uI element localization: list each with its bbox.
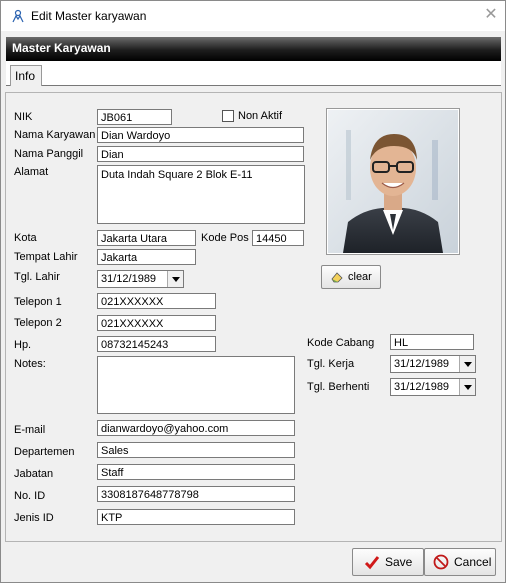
title-bar: Edit Master karyawan ✕ [1, 1, 505, 31]
nama-karyawan-label: Nama Karyawan [14, 129, 96, 141]
tgl-kerja-value: 31/12/1989 [394, 358, 450, 370]
jabatan-label: Jabatan [14, 468, 54, 480]
kode-pos-field[interactable]: 14450 [252, 230, 304, 246]
departemen-field[interactable]: Sales [97, 442, 295, 458]
no-id-field[interactable]: 3308187648778798 [97, 486, 295, 502]
save-button[interactable]: Save [352, 548, 424, 576]
nama-panggil-label: Nama Panggil [14, 148, 84, 160]
tgl-lahir-value: 31/12/1989 [101, 273, 157, 285]
chevron-down-icon[interactable] [459, 379, 475, 395]
non-aktif-checkbox[interactable] [222, 110, 234, 122]
kota-field[interactable]: Jakarta Utara [97, 230, 196, 246]
hp-field[interactable]: 08732145243 [97, 336, 216, 352]
tempat-lahir-field[interactable]: Jakarta [97, 249, 196, 265]
nik-label: NIK [14, 111, 33, 123]
alamat-field[interactable]: Duta Indah Square 2 Blok E-11 [97, 165, 305, 224]
tgl-lahir-label: Tgl. Lahir [14, 271, 60, 283]
email-field[interactable]: dianwardoyo@yahoo.com [97, 420, 295, 436]
eraser-icon [331, 272, 343, 283]
notes-label: Notes: [14, 358, 46, 370]
app-icon [12, 9, 24, 23]
kode-cabang-label: Kode Cabang [307, 337, 375, 349]
jenis-id-label: Jenis ID [14, 512, 54, 524]
tab-strip: Info [6, 61, 501, 86]
nik-field[interactable]: JB061 [97, 109, 172, 125]
person-photo-image [328, 110, 458, 253]
tgl-kerja-picker[interactable]: 31/12/1989 [390, 355, 476, 373]
kota-label: Kota [14, 232, 37, 244]
tgl-lahir-picker[interactable]: 31/12/1989 [97, 270, 184, 288]
save-label: Save [385, 555, 413, 569]
tgl-kerja-label: Tgl. Kerja [307, 358, 355, 370]
jabatan-field[interactable]: Staff [97, 464, 295, 480]
non-aktif-label: Non Aktif [238, 110, 283, 122]
kode-cabang-field[interactable]: HL [390, 334, 474, 350]
clear-photo-button[interactable]: clear [321, 265, 381, 289]
section-header: Master Karyawan [6, 37, 501, 61]
section-title: Master Karyawan [12, 41, 111, 55]
kode-pos-label: Kode Pos [201, 232, 249, 244]
checkmark-icon [364, 556, 380, 570]
clear-label: clear [348, 271, 372, 283]
no-id-label: No. ID [14, 490, 46, 502]
cancel-label: Cancel [454, 555, 492, 569]
telepon2-label: Telepon 2 [14, 317, 62, 329]
tab-info-label: Info [15, 69, 36, 83]
telepon1-label: Telepon 1 [14, 296, 62, 308]
alamat-label: Alamat [14, 166, 49, 178]
hp-label: Hp. [14, 339, 32, 351]
window-title: Edit Master karyawan [31, 9, 147, 23]
nama-karyawan-field[interactable]: Dian Wardoyo [97, 127, 304, 143]
notes-field[interactable] [97, 356, 295, 414]
tgl-berhenti-picker[interactable]: 31/12/1989 [390, 378, 476, 396]
departemen-label: Departemen [14, 446, 75, 458]
tgl-berhenti-value: 31/12/1989 [394, 381, 450, 393]
chevron-down-icon[interactable] [167, 271, 183, 287]
tab-info[interactable]: Info [10, 65, 42, 86]
close-icon[interactable]: ✕ [481, 5, 501, 25]
telepon2-field[interactable]: 021XXXXXX [97, 315, 216, 331]
cancel-button[interactable]: Cancel [424, 548, 496, 576]
chevron-down-icon[interactable] [459, 356, 475, 372]
email-label: E-mail [14, 424, 46, 436]
jenis-id-field[interactable]: KTP [97, 509, 295, 525]
nama-panggil-field[interactable]: Dian [97, 146, 304, 162]
tempat-lahir-label: Tempat Lahir [14, 251, 78, 263]
telepon1-field[interactable]: 021XXXXXX [97, 293, 216, 309]
tgl-berhenti-label: Tgl. Berhenti [307, 381, 370, 393]
employee-photo[interactable] [326, 108, 460, 255]
cancel-icon [433, 554, 449, 570]
